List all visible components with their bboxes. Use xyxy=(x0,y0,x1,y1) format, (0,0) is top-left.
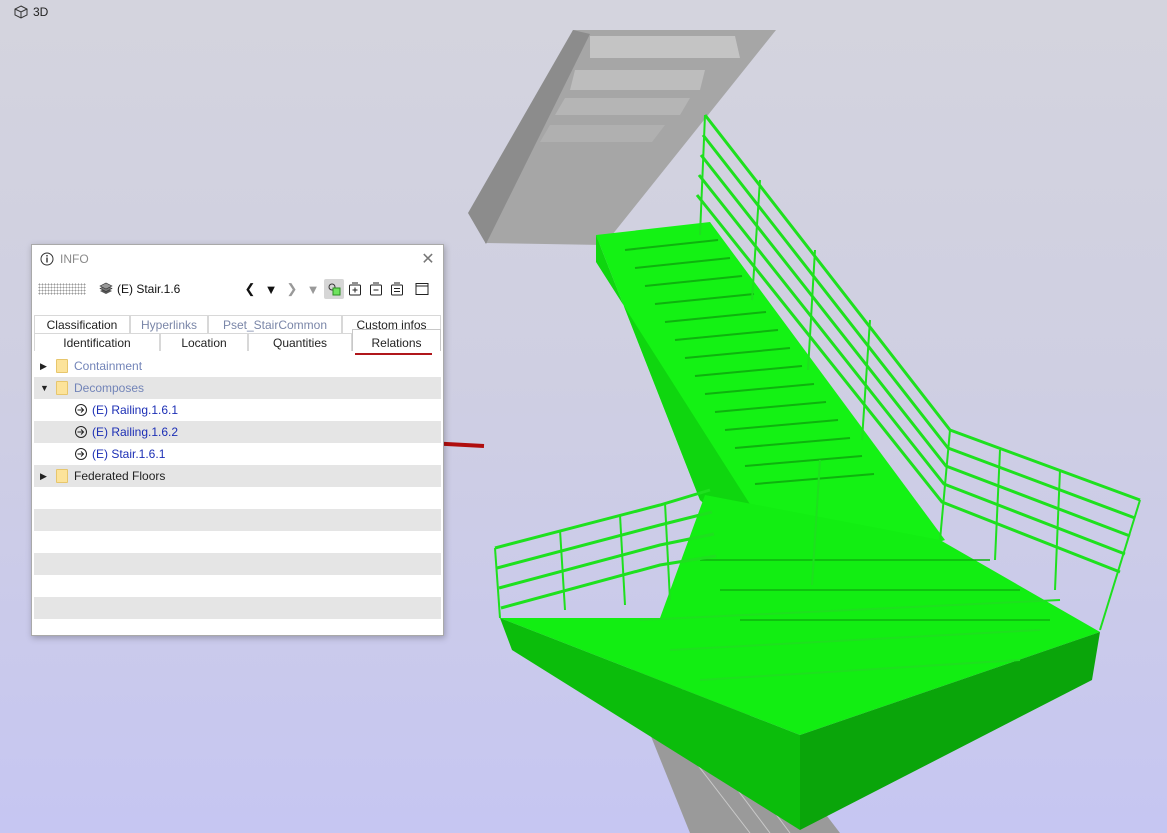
drag-grip[interactable] xyxy=(38,283,86,295)
tree-row-decomposes[interactable]: ▼ Decomposes xyxy=(34,377,441,399)
forward-icon[interactable]: ❯ xyxy=(282,279,302,299)
tree-row-empty xyxy=(34,531,441,553)
tree-row-empty xyxy=(34,575,441,597)
viewport-label: 3D xyxy=(14,5,48,19)
expand-glyph xyxy=(349,282,361,296)
info-titlebar[interactable]: INFO ✕ xyxy=(32,245,443,273)
tree-label-containment: Containment xyxy=(74,359,143,373)
tab-relations-label: Relations xyxy=(371,336,422,350)
tree-label-federated: Federated Floors xyxy=(74,469,166,483)
tabs-bottom: Identification Location Quantities Relat… xyxy=(34,329,441,355)
info-title: INFO xyxy=(60,252,89,266)
upper-step xyxy=(555,98,690,115)
collapse-arrow-icon[interactable]: ▼ xyxy=(40,383,49,393)
tab-pset-stair-common[interactable]: Pset_StairCommon xyxy=(208,315,342,333)
expand-arrow-icon[interactable]: ▶ xyxy=(40,471,47,482)
tree-label-stair-child[interactable]: (E) Stair.1.6.1 xyxy=(92,447,165,461)
upper-step xyxy=(570,70,705,90)
close-icon[interactable]: ✕ xyxy=(413,245,443,273)
info-toolbar: (E) Stair.1.6 ❮ ▼ ❯ ▼ xyxy=(32,273,443,305)
expand-icon[interactable] xyxy=(345,279,365,299)
window-icon[interactable] xyxy=(412,279,432,299)
tree-row-empty xyxy=(34,597,441,619)
entity-link-icon xyxy=(75,448,87,460)
folder-icon xyxy=(56,359,68,373)
window-glyph xyxy=(415,283,429,295)
list-icon[interactable] xyxy=(387,279,407,299)
select-3d-glyph xyxy=(328,283,341,296)
tab-quantities[interactable]: Quantities xyxy=(248,333,352,351)
tree-row-empty xyxy=(34,509,441,531)
object-name: (E) Stair.1.6 xyxy=(98,282,180,296)
collapse-glyph xyxy=(370,282,382,296)
expand-arrow-icon[interactable]: ▶ xyxy=(40,361,47,372)
tab-classification[interactable]: Classification xyxy=(34,315,130,333)
info-icon xyxy=(40,252,54,266)
tree-row-child[interactable]: (E) Stair.1.6.1 xyxy=(34,443,441,465)
tab-relations[interactable]: Relations xyxy=(352,329,441,355)
cube-icon xyxy=(14,5,28,19)
stair-layers-icon xyxy=(99,282,113,294)
entity-link-icon xyxy=(75,426,87,438)
tree-row-empty xyxy=(34,553,441,575)
tree-row-containment[interactable]: ▶ Containment xyxy=(34,355,441,377)
tree-label-railing-2[interactable]: (E) Railing.1.6.2 xyxy=(92,425,178,439)
info-panel[interactable]: INFO ✕ (E) Stair.1.6 ❮ ▼ ❯ ▼ Classificat… xyxy=(31,244,444,636)
folder-icon xyxy=(56,381,68,395)
object-name-text: (E) Stair.1.6 xyxy=(117,282,181,296)
collapse-icon[interactable] xyxy=(366,279,386,299)
dropdown-icon[interactable]: ▼ xyxy=(303,279,323,299)
tab-hyperlinks[interactable]: Hyperlinks xyxy=(130,315,208,333)
upper-step xyxy=(590,36,740,58)
tab-identification[interactable]: Identification xyxy=(34,333,160,351)
folder-icon xyxy=(56,469,68,483)
list-glyph xyxy=(391,282,403,296)
tree-label-decomposes: Decomposes xyxy=(74,381,145,395)
upper-step xyxy=(540,125,665,142)
select-3d-icon[interactable] xyxy=(324,279,344,299)
tree-row-child[interactable]: (E) Railing.1.6.2 xyxy=(34,421,441,443)
tree-row-federated[interactable]: ▶ Federated Floors xyxy=(34,465,441,487)
tab-location[interactable]: Location xyxy=(160,333,248,351)
back-icon[interactable]: ❮ xyxy=(240,279,260,299)
tree-row-empty xyxy=(34,487,441,509)
entity-link-icon xyxy=(75,404,87,416)
tree-row-child[interactable]: (E) Railing.1.6.1 xyxy=(34,399,441,421)
tree-label-railing-1[interactable]: (E) Railing.1.6.1 xyxy=(92,403,178,417)
viewport-label-text: 3D xyxy=(33,5,49,19)
dropdown-icon[interactable]: ▼ xyxy=(261,279,281,299)
relations-tree: ▶ Containment ▼ Decomposes (E) Railing.1… xyxy=(34,355,441,619)
